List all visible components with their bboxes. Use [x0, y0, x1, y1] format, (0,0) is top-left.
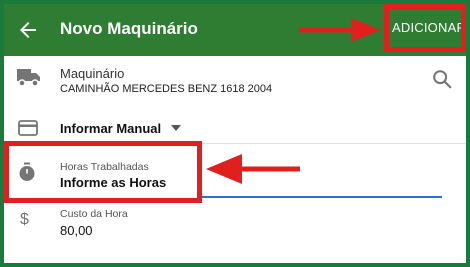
app-screen: Novo Maquinário ADICIONAR Maquinário CAM…	[4, 4, 466, 263]
search-icon[interactable]	[431, 68, 453, 90]
cost-label: Custo da Hora	[60, 208, 128, 220]
machine-value[interactable]: CAMINHÃO MERCEDES BENZ 1618 2004	[60, 83, 272, 95]
annotation-arrow-right	[299, 18, 381, 42]
dollar-icon: $	[20, 211, 29, 228]
arrow-back-icon[interactable]	[16, 18, 40, 42]
chevron-down-icon[interactable]	[171, 125, 181, 131]
page-title: Novo Maquinário	[60, 19, 198, 38]
annotation-arrow-left	[206, 154, 300, 184]
mode-select[interactable]: Informar Manual	[60, 121, 161, 136]
card-icon	[18, 120, 38, 136]
truck-icon	[17, 69, 40, 87]
cost-input[interactable]: 80,00	[60, 223, 93, 238]
hours-focus-underline	[200, 196, 442, 198]
machine-label: Maquinário	[60, 66, 125, 81]
annotation-box-hours	[4, 141, 202, 203]
annotation-box-add	[384, 4, 466, 52]
